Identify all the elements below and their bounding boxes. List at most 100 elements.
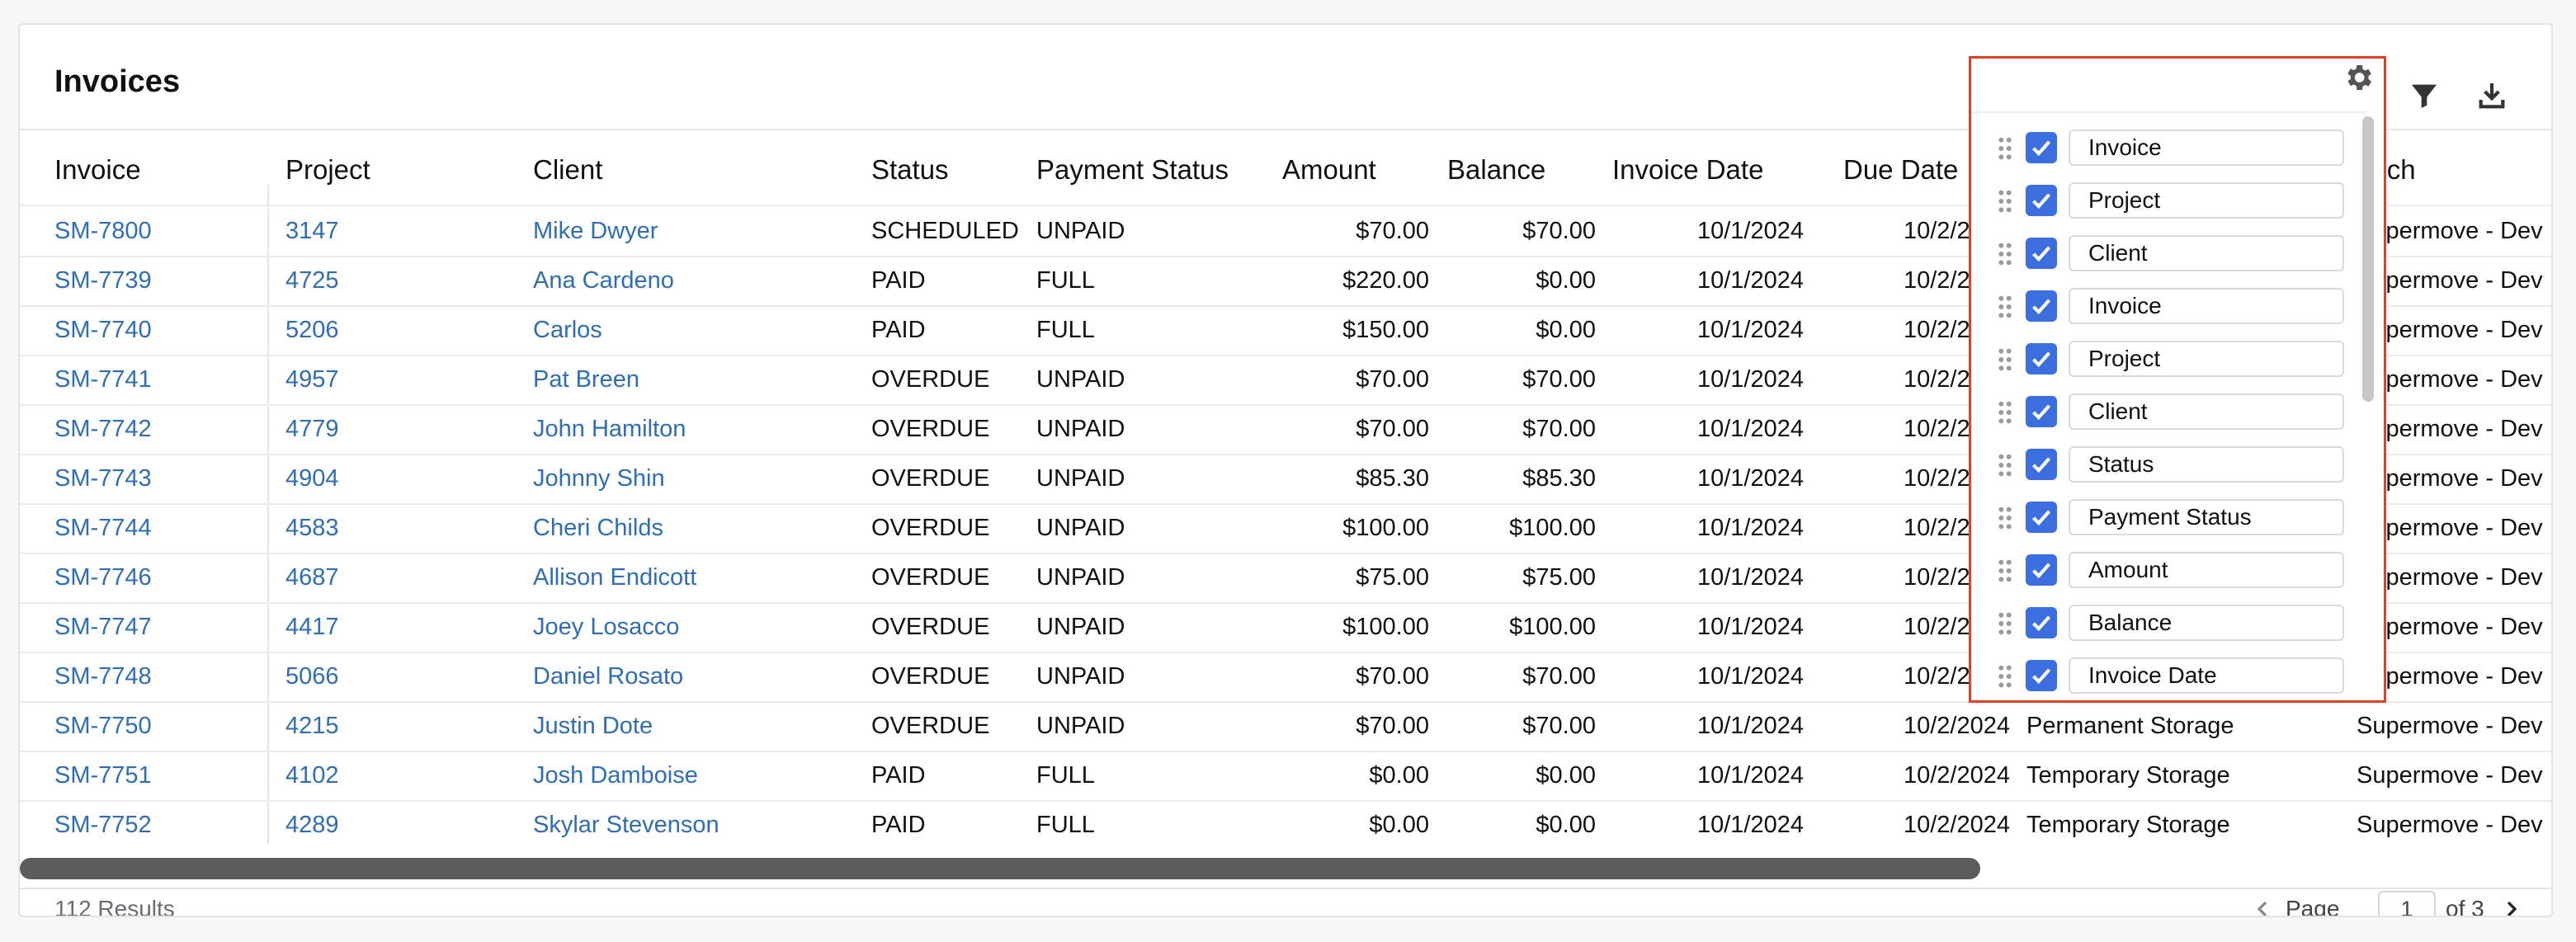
drag-handle-icon[interactable] [1996, 347, 2014, 372]
column-setting-item[interactable]: Invoice [1971, 280, 2366, 332]
cell-invoice[interactable]: SM-7741 [54, 355, 261, 404]
cell-client[interactable]: John Hamilton [533, 404, 863, 454]
cell-invoice[interactable]: SM-7748 [54, 652, 261, 701]
cell-storage: Permanent Storage [2026, 713, 2234, 739]
cell-balance: $0.00 [1536, 267, 1596, 294]
cell-invoice[interactable]: SM-7752 [54, 800, 261, 846]
column-visibility-checkbox[interactable] [2026, 290, 2057, 322]
column-visibility-checkbox[interactable] [2026, 449, 2057, 480]
column-setting-item[interactable]: Invoice [1971, 121, 2366, 174]
cell-due-date: 10/2/2024 [1903, 812, 2010, 838]
column-visibility-checkbox[interactable] [2026, 185, 2057, 216]
page-number-input[interactable] [2378, 891, 2436, 916]
drag-handle-icon[interactable] [1996, 294, 2014, 319]
cell-invoice[interactable]: SM-7743 [54, 454, 261, 503]
cell-invoice[interactable]: SM-7751 [54, 751, 261, 800]
column-visibility-checkbox[interactable] [2026, 660, 2057, 691]
cell-payment-status: FULL [1036, 762, 1095, 789]
column-visibility-checkbox[interactable] [2026, 132, 2057, 163]
cell-project[interactable]: 4779 [285, 404, 525, 454]
cell-invoice[interactable]: SM-7739 [54, 256, 261, 305]
column-header-amount[interactable]: Amount [1282, 150, 1429, 190]
cell-client[interactable]: Ana Cardeno [533, 256, 863, 305]
cell-client[interactable]: Daniel Rosato [533, 652, 863, 701]
column-header-invoice-date[interactable]: Invoice Date [1612, 150, 1804, 190]
chevron-right-icon[interactable] [2498, 896, 2525, 916]
cell-client[interactable]: Mike Dwyer [533, 206, 863, 256]
column-header-project[interactable]: Project [285, 150, 525, 190]
cell-invoice-date: 10/1/2024 [1696, 416, 1804, 442]
column-visibility-checkbox[interactable] [2026, 238, 2057, 269]
column-header-status[interactable]: Status [871, 150, 1036, 190]
column-setting-item[interactable]: Invoice Date [1971, 649, 2366, 700]
column-visibility-checkbox[interactable] [2026, 343, 2057, 374]
column-visibility-checkbox[interactable] [2026, 502, 2057, 533]
cell-client[interactable]: Johnny Shin [533, 454, 863, 503]
cell-project[interactable]: 4725 [285, 256, 525, 305]
cell-project[interactable]: 4102 [285, 751, 525, 800]
cell-status: OVERDUE [871, 465, 990, 492]
cell-project[interactable]: 4904 [285, 454, 525, 503]
cell-client[interactable]: Cheri Childs [533, 503, 863, 553]
column-header-invoice[interactable]: Invoice [54, 150, 261, 190]
column-setting-item[interactable]: Client [1971, 227, 2366, 280]
cell-invoice[interactable]: SM-7740 [54, 305, 261, 355]
cell-project[interactable]: 4289 [285, 800, 525, 846]
cell-invoice[interactable]: SM-7800 [54, 206, 261, 256]
filter-icon[interactable] [2408, 79, 2441, 112]
cell-client[interactable]: Allison Endicott [533, 553, 863, 602]
drag-handle-icon[interactable] [1996, 189, 2014, 214]
cell-project[interactable]: 4957 [285, 355, 525, 404]
cell-client[interactable]: Pat Breen [533, 355, 863, 404]
cell-project[interactable]: 5206 [285, 305, 525, 355]
drag-handle-icon[interactable] [1996, 558, 2014, 583]
cell-client[interactable]: Skylar Stevenson [533, 800, 863, 846]
popover-scrollbar-thumb[interactable] [2362, 116, 2374, 402]
drag-handle-icon[interactable] [1996, 242, 2014, 266]
cell-project[interactable]: 3147 [285, 206, 525, 256]
drag-handle-icon[interactable] [1996, 453, 2014, 478]
cell-client[interactable]: Carlos [533, 305, 863, 355]
cell-project[interactable]: 4417 [285, 602, 525, 652]
column-visibility-checkbox[interactable] [2026, 396, 2057, 427]
column-setting-item[interactable]: Project [1971, 174, 2366, 227]
horizontal-scrollbar-thumb[interactable] [20, 858, 1980, 879]
drag-handle-icon[interactable] [1996, 506, 2014, 530]
cell-status: OVERDUE [871, 663, 990, 690]
cell-client[interactable]: Joey Losacco [533, 602, 863, 652]
cell-client[interactable]: Josh Damboise [533, 751, 863, 800]
cell-invoice-date: 10/1/2024 [1696, 267, 1804, 294]
column-setting-item[interactable]: Payment Status [1971, 491, 2366, 544]
cell-client[interactable]: Justin Dote [533, 701, 863, 751]
download-icon[interactable] [2475, 79, 2508, 112]
column-setting-item[interactable]: Project [1971, 332, 2366, 385]
column-header-balance[interactable]: Balance [1447, 150, 1596, 190]
drag-handle-icon[interactable] [1996, 611, 2014, 636]
cell-project[interactable]: 4583 [285, 503, 525, 553]
column-visibility-checkbox[interactable] [2026, 607, 2057, 638]
cell-payment-status: FULL [1036, 812, 1095, 838]
column-header-client[interactable]: Client [533, 150, 863, 190]
cell-invoice[interactable]: SM-7746 [54, 553, 261, 602]
cell-balance: $0.00 [1536, 812, 1596, 838]
column-header-payment-status[interactable]: Payment Status [1036, 150, 1284, 190]
column-setting-item[interactable]: Status [1971, 438, 2366, 491]
drag-handle-icon[interactable] [1996, 664, 2014, 689]
cell-invoice[interactable]: SM-7747 [54, 602, 261, 652]
drag-handle-icon[interactable] [1996, 136, 2014, 161]
cell-invoice[interactable]: SM-7744 [54, 503, 261, 553]
cell-invoice[interactable]: SM-7742 [54, 404, 261, 454]
cell-amount: $100.00 [1342, 614, 1429, 640]
cell-invoice[interactable]: SM-7750 [54, 701, 261, 751]
column-setting-item[interactable]: Amount [1971, 544, 2366, 596]
chevron-left-icon[interactable] [2249, 896, 2276, 916]
cell-project[interactable]: 4215 [285, 701, 525, 751]
cell-project[interactable]: 5066 [285, 652, 525, 701]
column-visibility-checkbox[interactable] [2026, 554, 2057, 586]
cell-payment-status: UNPAID [1036, 416, 1125, 442]
column-setting-item[interactable]: Balance [1971, 596, 2366, 649]
drag-handle-icon[interactable] [1996, 400, 2014, 425]
gear-icon[interactable] [2342, 61, 2375, 94]
column-setting-item[interactable]: Client [1971, 385, 2366, 438]
cell-project[interactable]: 4687 [285, 553, 525, 602]
